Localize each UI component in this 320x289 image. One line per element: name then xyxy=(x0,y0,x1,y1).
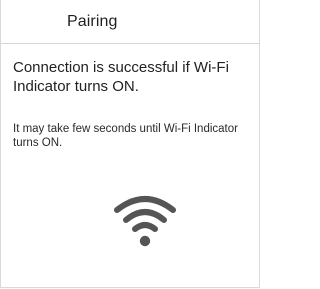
page-title: Pairing xyxy=(67,12,118,30)
content-area: Connection is successful if Wi-Fi Indica… xyxy=(1,44,259,150)
success-instruction-text: Connection is successful if Wi-Fi Indica… xyxy=(13,59,229,95)
wifi-icon xyxy=(110,189,180,249)
pairing-screen: Pairing Connection is successful if Wi-F… xyxy=(0,0,260,288)
wait-note-text: It may take few seconds until Wi-Fi Indi… xyxy=(13,123,238,149)
header: Pairing xyxy=(1,0,259,44)
